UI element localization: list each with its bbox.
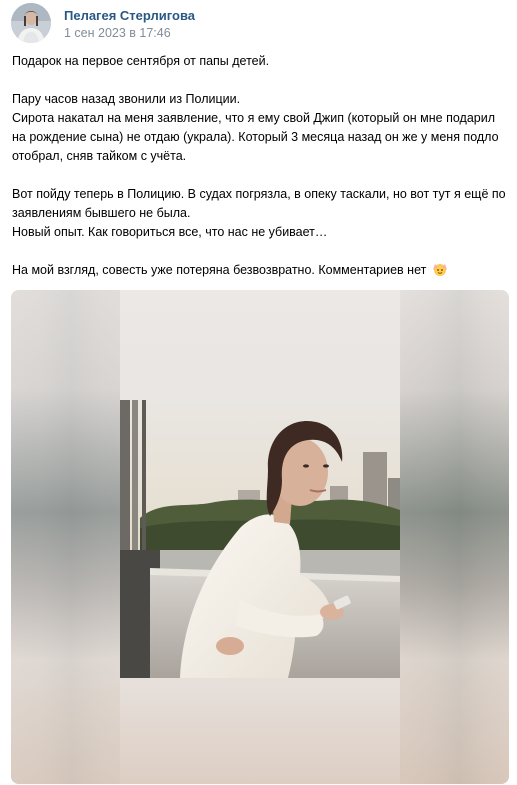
post-text-line: Подарок на первое сентября от папы детей… — [12, 54, 270, 68]
photo-blur-right — [400, 290, 509, 784]
photo-blur-left — [11, 290, 120, 784]
post-text-line: Пару часов назад звонили из Полиции. — [12, 92, 241, 106]
post-text-line: Сирота накатал на меня заявление, что я … — [12, 111, 499, 163]
post-text-line: Вот пойду теперь в Полицию. В судах погр… — [12, 187, 506, 220]
post-text: Подарок на первое сентября от папы детей… — [12, 52, 507, 280]
post-date-link[interactable]: 1 сен 2023 в 17:46 — [64, 26, 171, 40]
photo-attachment[interactable] — [11, 290, 509, 784]
photo-image[interactable] — [120, 400, 400, 678]
author-name-link[interactable]: Пелагея Стерлигова — [64, 8, 195, 23]
woman-gesturing-ok-emoji-icon — [432, 261, 448, 277]
post-text-line: Новый опыт. Как говориться все, что нас … — [12, 225, 328, 239]
post-header: Пелагея Стерлигова 1 сен 2023 в 17:46 — [11, 3, 491, 43]
author-avatar[interactable] — [11, 3, 51, 43]
post-text-line: На мой взгляд, совесть уже потеряна безв… — [12, 263, 427, 277]
photo-picture — [120, 400, 400, 678]
post-text-last-paragraph: На мой взгляд, совесть уже потеряна безв… — [12, 261, 507, 280]
wall-post: Пелагея Стерлигова 1 сен 2023 в 17:46 По… — [0, 0, 517, 785]
user-avatar-icon — [11, 3, 51, 43]
